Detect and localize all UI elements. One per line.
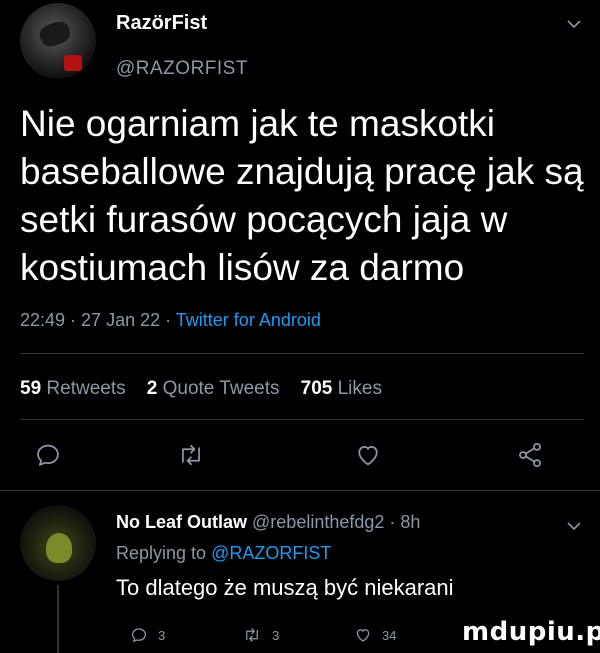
like-icon[interactable] [354,441,382,474]
reply-retweet-count: 3 [272,627,280,643]
replying-to-handle[interactable]: @RAZORFIST [211,543,331,563]
tweet-stats: 59 Retweets 2 Quote Tweets 705 Likes [20,378,382,400]
tweet-date: 27 Jan 22 [81,310,161,330]
author-avatar[interactable] [20,3,96,79]
replying-to-prefix: Replying to [116,543,207,563]
watermark: mdupiu.pl [462,617,600,647]
thread-line [57,585,59,653]
reply-header: No Leaf Outlaw @rebelinthefdg2 · 8h [116,512,420,533]
meta-separator: · [160,310,176,330]
tweet-source-link[interactable]: Twitter for Android [176,310,321,330]
chevron-down-icon[interactable] [566,518,582,536]
meta-separator: · [65,310,82,330]
reply-icon[interactable] [34,441,62,474]
author-display-name[interactable]: RazörFist [116,12,207,35]
share-icon[interactable] [516,441,544,474]
retweet-icon[interactable] [176,441,206,474]
quote-tweets-stat[interactable]: 2 Quote Tweets [147,378,280,399]
reply-author-avatar[interactable] [20,505,96,581]
reply-author-handle[interactable]: @rebelinthefdg2 [252,512,384,532]
divider [0,490,600,491]
replying-to: Replying to @RAZORFIST [116,543,331,564]
reply-reply-button[interactable]: 3 [130,626,165,644]
reply-time: 8h [400,512,421,532]
meta-separator: · [384,512,401,532]
likes-stat[interactable]: 705 Likes [301,378,382,399]
reply-like-count: 34 [382,627,397,643]
reply-reply-count: 3 [158,627,166,643]
reply-retweet-button[interactable]: 3 [242,626,279,644]
reply-text: To dlatego że muszą być niekarani [116,575,454,600]
reply-like-button[interactable]: 34 [354,626,396,644]
reply-author-name[interactable]: No Leaf Outlaw [116,512,247,532]
tweet-meta: 22:49 · 27 Jan 22 · Twitter for Android [20,310,321,331]
divider [20,353,584,354]
divider [20,419,584,420]
like-icon [356,629,370,642]
tweet-text: Nie ogarniam jak te maskotki baseballowe… [20,103,584,288]
retweets-stat[interactable]: 59 Retweets [20,378,126,399]
chevron-down-icon[interactable] [566,16,582,34]
reply-icon [131,628,147,643]
retweet-icon [246,628,258,642]
tweet-time: 22:49 [20,310,66,330]
author-handle[interactable]: @RAZORFIST [116,58,248,80]
